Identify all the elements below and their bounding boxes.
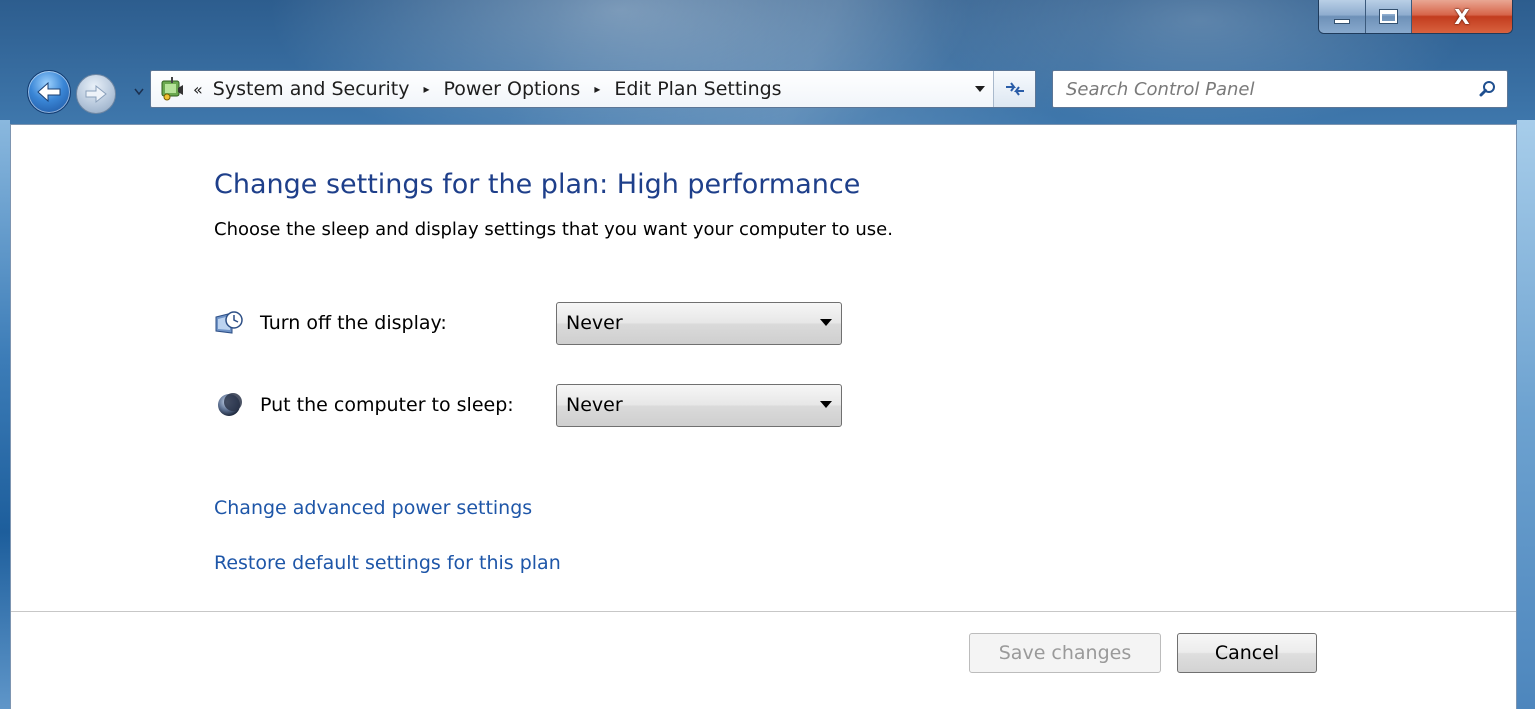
close-icon: X — [1454, 4, 1470, 29]
cancel-button[interactable]: Cancel — [1177, 633, 1317, 673]
caption-buttons: X — [1318, 0, 1513, 34]
setting-row-sleep: Put the computer to sleep: Never — [214, 383, 842, 427]
back-arrow-icon — [37, 81, 61, 103]
sleep-timeout-value: Never — [566, 394, 623, 416]
maximize-icon — [1378, 9, 1398, 24]
recent-pages-dropdown[interactable] — [133, 86, 145, 98]
minimize-button[interactable] — [1319, 0, 1366, 33]
chevron-down-icon — [975, 85, 985, 92]
page-title: Change settings for the plan: High perfo… — [214, 169, 861, 200]
refresh-button[interactable] — [993, 71, 1035, 107]
maximize-button[interactable] — [1365, 0, 1413, 33]
page-subtitle: Choose the sleep and display settings th… — [214, 219, 893, 240]
breadcrumb-power-options[interactable]: Power Options — [444, 78, 581, 100]
breadcrumb-system-security[interactable]: System and Security — [213, 78, 410, 100]
close-button[interactable]: X — [1412, 0, 1512, 33]
display-timeout-value: Never — [566, 312, 623, 334]
forward-arrow-icon — [85, 84, 107, 104]
breadcrumb-edit-plan-settings[interactable]: Edit Plan Settings — [614, 78, 781, 100]
search-icon — [1479, 81, 1495, 97]
display-timer-icon — [214, 308, 244, 338]
sleep-moon-icon — [214, 390, 244, 420]
display-timeout-dropdown[interactable]: Never — [556, 301, 842, 345]
window-left-border — [0, 120, 10, 709]
address-history-dropdown[interactable] — [967, 71, 993, 107]
sleep-timeout-dropdown[interactable]: Never — [556, 383, 842, 427]
address-bar[interactable]: « System and Security ▸ Power Options ▸ … — [150, 70, 1036, 108]
refresh-icon — [1005, 82, 1024, 96]
window-right-border — [1517, 120, 1535, 709]
search-input[interactable] — [1053, 71, 1469, 107]
forward-button[interactable] — [76, 74, 116, 114]
content-pane: Change settings for the plan: High perfo… — [10, 124, 1517, 709]
setting-row-display: Turn off the display: Never — [214, 301, 842, 345]
window-frame: X « System and Security ▸ Power Options … — [0, 0, 1535, 709]
sleep-setting-label: Put the computer to sleep: — [260, 394, 514, 416]
breadcrumb-overflow[interactable]: « — [193, 80, 203, 99]
chevron-down-icon — [811, 401, 841, 409]
restore-default-settings-link[interactable]: Restore default settings for this plan — [214, 552, 561, 574]
save-changes-button[interactable]: Save changes — [969, 633, 1161, 673]
breadcrumb-separator-icon[interactable]: ▸ — [594, 82, 600, 96]
minimize-icon — [1333, 19, 1350, 24]
back-button[interactable] — [27, 70, 71, 114]
breadcrumb-separator-icon[interactable]: ▸ — [424, 82, 430, 96]
display-setting-label: Turn off the display: — [260, 312, 447, 334]
power-options-icon — [157, 74, 187, 104]
footer-divider — [11, 611, 1516, 612]
chevron-down-icon — [134, 88, 144, 96]
chevron-down-icon — [811, 319, 841, 327]
search-box — [1052, 70, 1508, 108]
change-advanced-power-settings-link[interactable]: Change advanced power settings — [214, 497, 532, 519]
search-button[interactable] — [1469, 71, 1507, 107]
